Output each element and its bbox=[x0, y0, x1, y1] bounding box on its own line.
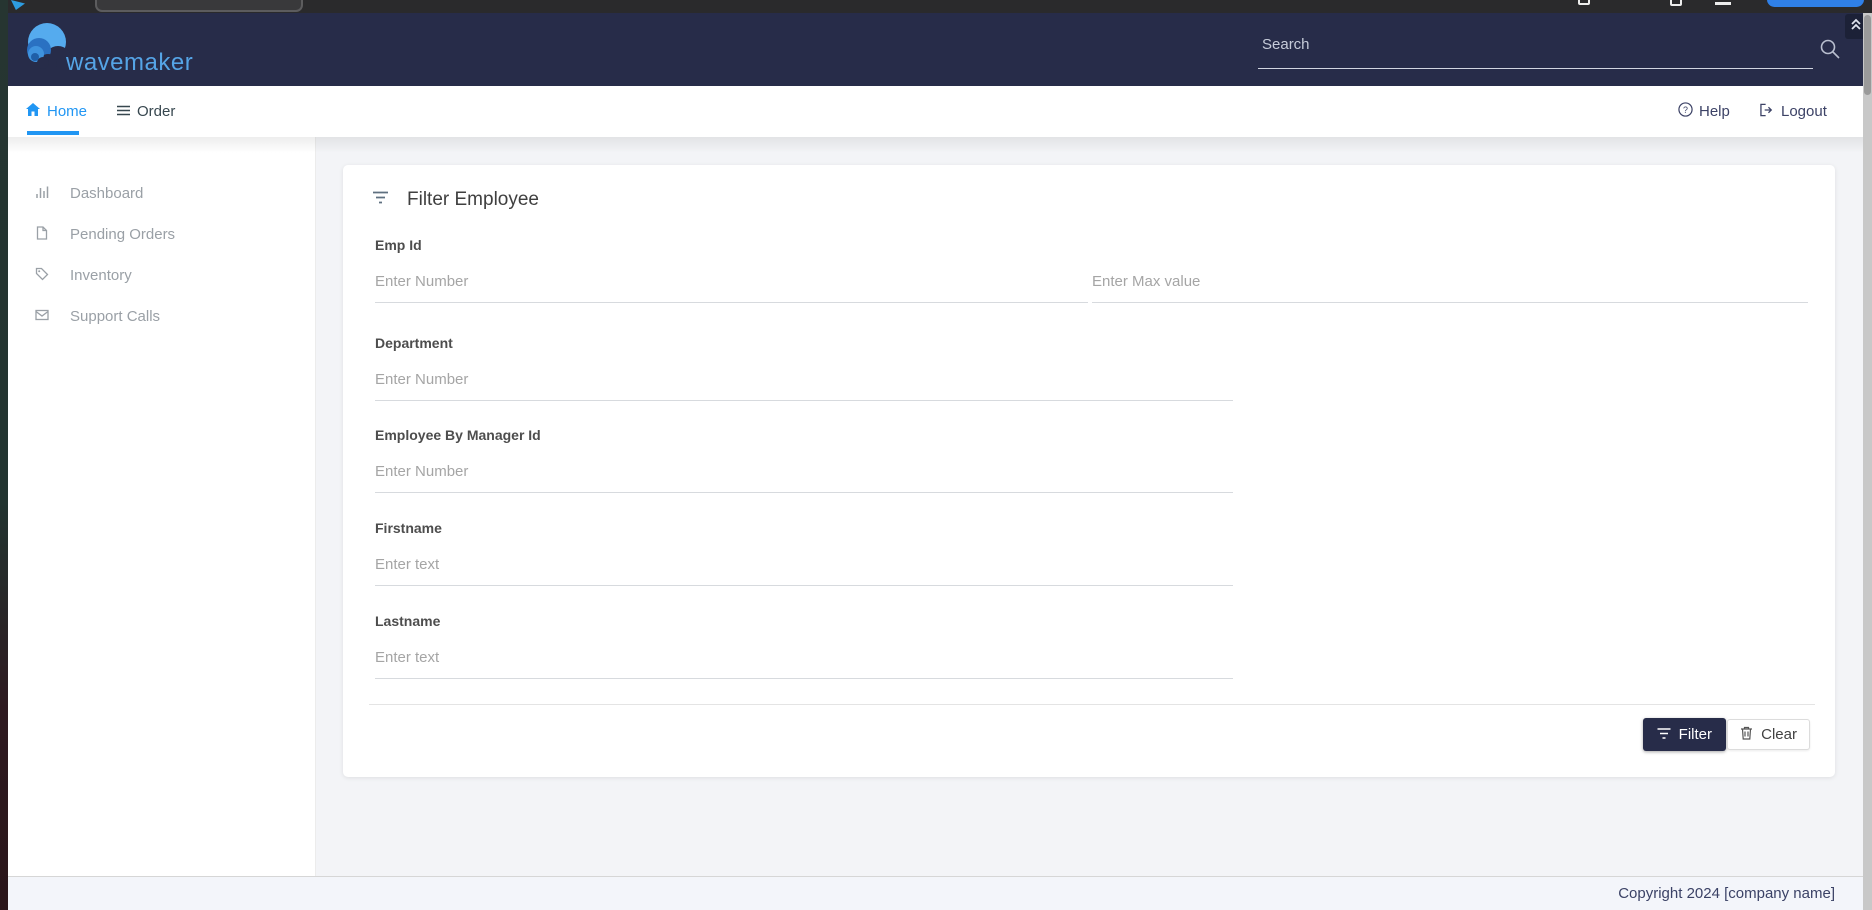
filter-employee-panel: Filter Employee Emp Id Department Employ… bbox=[343, 165, 1835, 777]
tab-order-label: Order bbox=[137, 103, 175, 120]
logo-text: wavemaker bbox=[66, 49, 193, 77]
envelope-icon bbox=[35, 308, 49, 325]
sidebar-item-label: Dashboard bbox=[70, 185, 143, 202]
home-icon bbox=[26, 103, 40, 120]
sidebar-item-label: Inventory bbox=[70, 267, 132, 284]
department-input[interactable] bbox=[375, 362, 1233, 401]
field-label: Employee By Manager Id bbox=[375, 425, 1233, 445]
ide-toolbar-strip bbox=[8, 0, 1872, 13]
help-button[interactable]: ? Help bbox=[1678, 86, 1730, 137]
ide-icon-fragment-minimize[interactable] bbox=[1715, 2, 1731, 5]
panel-title-text: Filter Employee bbox=[407, 189, 539, 211]
filter-icon bbox=[372, 191, 389, 209]
ide-icon-fragment-square[interactable] bbox=[1578, 0, 1590, 5]
search-input[interactable] bbox=[1258, 27, 1813, 69]
logo[interactable]: wavemaker bbox=[22, 20, 242, 80]
lastname-input[interactable] bbox=[375, 640, 1233, 679]
tab-home-label: Home bbox=[47, 103, 87, 120]
sidebar-item-dashboard[interactable]: Dashboard bbox=[8, 173, 315, 214]
search-icon[interactable] bbox=[1819, 38, 1841, 65]
bar-chart-icon bbox=[35, 185, 49, 203]
field-label: Firstname bbox=[375, 518, 1233, 538]
field-emp-id: Emp Id bbox=[375, 235, 1808, 303]
logout-button[interactable]: Logout bbox=[1760, 86, 1827, 137]
wavemaker-wave-icon bbox=[22, 21, 70, 74]
app-header: wavemaker bbox=[8, 13, 1863, 86]
main-region: Dashboard Pending Orders bbox=[8, 137, 1863, 876]
sidebar-item-label: Support Calls bbox=[70, 308, 160, 325]
firstname-input[interactable] bbox=[375, 547, 1233, 586]
ide-icon-fragment-window[interactable] bbox=[1670, 0, 1682, 6]
clear-button-label: Clear bbox=[1761, 726, 1797, 743]
panel-footer-divider bbox=[369, 704, 1815, 705]
field-label: Lastname bbox=[375, 611, 1233, 631]
clear-button[interactable]: Clear bbox=[1727, 719, 1810, 750]
svg-text:?: ? bbox=[1683, 105, 1688, 115]
logout-icon bbox=[1760, 103, 1775, 121]
tab-home[interactable]: Home bbox=[26, 86, 87, 137]
field-firstname: Firstname bbox=[375, 518, 1233, 586]
field-employee-by-manager-id: Employee By Manager Id bbox=[375, 425, 1233, 493]
help-label: Help bbox=[1699, 103, 1730, 120]
app-footer: Copyright 2024 [company name] bbox=[8, 876, 1863, 910]
trash-icon bbox=[1740, 726, 1753, 744]
emp-id-min-input[interactable] bbox=[375, 264, 1088, 303]
emp-id-max-input[interactable] bbox=[1092, 264, 1808, 303]
help-icon: ? bbox=[1678, 102, 1693, 121]
logout-label: Logout bbox=[1781, 103, 1827, 120]
sidebar: Dashboard Pending Orders bbox=[8, 137, 316, 876]
tab-order[interactable]: Order bbox=[117, 86, 175, 137]
filter-icon bbox=[1657, 726, 1671, 743]
search-field-wrap bbox=[1258, 27, 1813, 69]
double-chevron-up-icon bbox=[1850, 17, 1862, 36]
copyright-text: Copyright 2024 [company name] bbox=[1618, 885, 1835, 902]
sidebar-item-support-calls[interactable]: Support Calls bbox=[8, 296, 315, 337]
panel-title: Filter Employee bbox=[372, 189, 539, 211]
ide-url-input-fragment[interactable] bbox=[95, 0, 303, 12]
sidebar-item-pending-orders[interactable]: Pending Orders bbox=[8, 214, 315, 255]
field-label: Emp Id bbox=[375, 235, 1808, 255]
desktop-edge-strip bbox=[0, 0, 8, 910]
tag-icon bbox=[35, 267, 49, 285]
field-department: Department bbox=[375, 333, 1233, 401]
employee-by-manager-id-input[interactable] bbox=[375, 454, 1233, 493]
emp-id-range-row bbox=[375, 255, 1808, 303]
list-icon bbox=[117, 103, 130, 120]
scrollbar-thumb[interactable] bbox=[1864, 15, 1871, 95]
field-lastname: Lastname bbox=[375, 611, 1233, 679]
document-icon bbox=[35, 226, 49, 244]
sidebar-item-label: Pending Orders bbox=[70, 226, 175, 243]
sidebar-item-inventory[interactable]: Inventory bbox=[8, 255, 315, 296]
active-tab-indicator bbox=[27, 131, 79, 135]
nav-bar: Home Order ? Help bbox=[8, 86, 1863, 137]
app-window: wavemaker Home bbox=[8, 13, 1863, 910]
filter-button-label: Filter bbox=[1679, 726, 1712, 743]
cursor-icon bbox=[11, 0, 25, 10]
ide-primary-button-fragment[interactable] bbox=[1767, 0, 1864, 7]
vertical-scrollbar[interactable] bbox=[1863, 13, 1872, 910]
field-label: Department bbox=[375, 333, 1233, 353]
filter-button[interactable]: Filter bbox=[1643, 718, 1726, 751]
